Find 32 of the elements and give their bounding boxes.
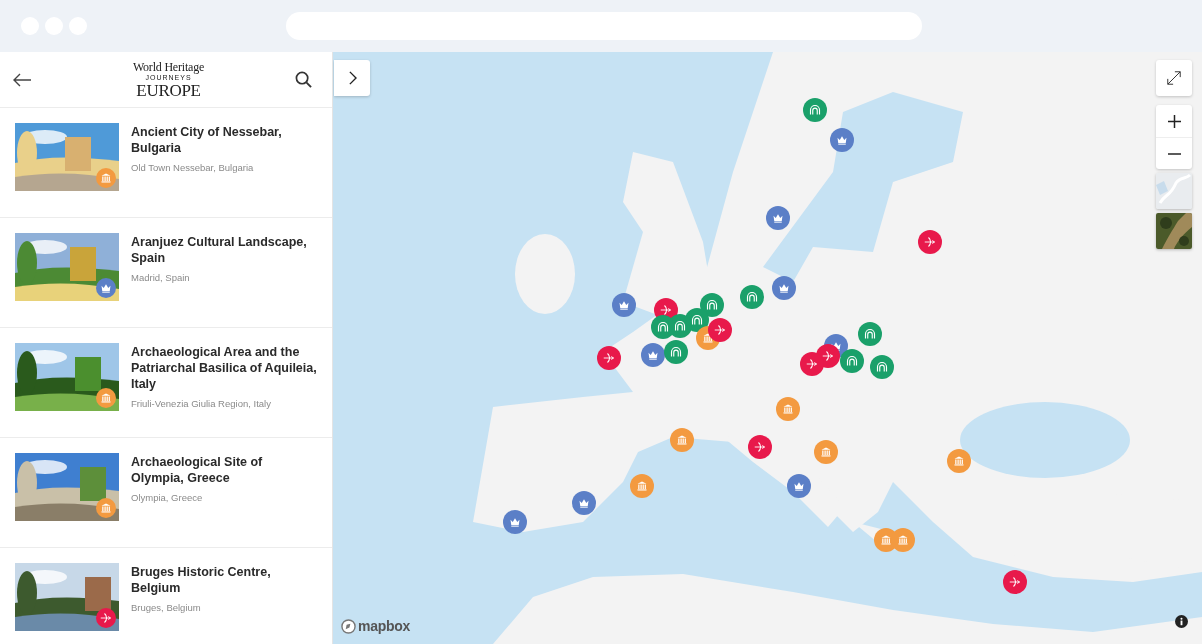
satellite-style-button[interactable] [1156,213,1192,249]
mapbox-logo[interactable]: mapbox [341,618,410,634]
place-item[interactable]: Ancient City of Nessebar, Bulgaria Old Town Nessebar, Bulgaria [0,108,332,218]
place-item[interactable]: Archaeological Site of Olympia, Greece Olympia, Greece [0,438,332,548]
place-item[interactable]: Aranjuez Cultural Landscape, Spain Madrid, Spain [0,218,332,328]
mapbox-wordmark: mapbox [358,618,410,634]
place-title: Ancient City of Nessebar, Bulgaria [131,124,283,156]
fullscreen-button[interactable] [1156,60,1192,96]
chevron-right-icon [347,71,357,85]
place-location: Olympia, Greece [131,492,204,503]
place-location: Old Town Nessebar, Bulgaria [131,162,255,173]
expand-sidebar-button[interactable] [334,60,370,96]
place-title: Aranjuez Cultural Landscape, Spain [131,234,308,266]
logo-region: EUROPE [136,81,201,99]
place-title: Archaeological Area and the Patriarchal Basilica of Aquileia, Italy [131,344,317,392]
info-icon[interactable] [1175,615,1188,628]
plus-icon [1167,114,1181,128]
place-title: Bruges Historic Centre, Belgium [131,564,272,596]
back-arrow-icon[interactable] [12,71,32,88]
logo-title: World Heritage [132,60,205,73]
search-icon[interactable] [295,71,312,88]
place-location: Madrid, Spain [131,272,191,283]
place-location: Friuli-Venezia Giulia Region, Italy [131,398,272,409]
place-item[interactable]: Archaeological Area and the Patriarchal Basilica of Aquileia, Italy Friuli-Venezia Giulia Region, Italy [0,328,332,438]
light-map-thumbnail-icon [1156,173,1192,209]
place-title: Archaeological Site of Olympia, Greece [131,454,264,486]
satellite-thumbnail-icon [1156,213,1192,249]
place-item[interactable]: Bruges Historic Centre, Belgium Bruges, Belgium [0,548,332,644]
mapbox-mark-icon [341,618,356,634]
fullscreen-icon [1166,70,1182,86]
place-location: Bruges, Belgium [131,602,202,613]
minus-icon [1167,151,1181,156]
